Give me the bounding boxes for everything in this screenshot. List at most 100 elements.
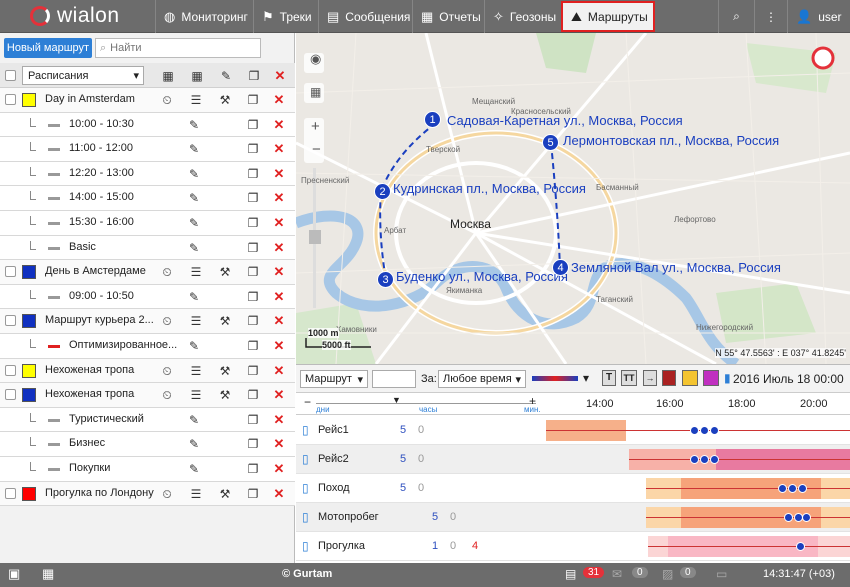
edit-icon[interactable]: ✎ <box>187 216 201 230</box>
schedule-row[interactable]: 10:00 - 10:30 ✎ ❐ ✕ <box>0 112 295 138</box>
delete-icon[interactable]: ✕ <box>272 216 286 230</box>
wrench-icon[interactable]: ⚒ <box>218 265 232 279</box>
bar-toggle-icon[interactable] <box>662 370 676 386</box>
map[interactable]: ◉ ▦ + − 1 Садовая-Каретная ул., Москва, … <box>296 33 850 364</box>
route-point-marker[interactable]: 3 <box>377 271 394 288</box>
route-color-swatch[interactable] <box>22 93 36 107</box>
text-size-icon[interactable]: TT <box>621 370 637 386</box>
copy-icon[interactable]: ❐ <box>246 142 260 156</box>
list-icon[interactable]: ☰ <box>189 265 203 279</box>
nav-monitoring[interactable]: ◍ Мониторинг <box>155 0 253 33</box>
wialon-logo[interactable]: wialon <box>30 4 120 28</box>
edit-icon[interactable]: ✎ <box>187 413 201 427</box>
schedule-name[interactable]: 10:00 - 10:30 <box>69 118 134 130</box>
timeline-row[interactable]: ▯ Рейс1 5 0 <box>296 416 850 445</box>
delete-icon[interactable]: ✕ <box>272 289 286 304</box>
copy-icon[interactable]: ❐ <box>246 462 260 476</box>
ride-name[interactable]: Рейс1 <box>318 424 349 436</box>
ride-name[interactable]: Рейс2 <box>318 453 349 465</box>
list-icon[interactable]: ☰ <box>189 364 203 378</box>
zoom-out-button[interactable]: − <box>312 141 321 158</box>
route-row[interactable]: Нехоженая тропа ⏲ ☰ ⚒ ❐ ✕ <box>0 383 295 408</box>
checkpoint-dot[interactable] <box>700 426 709 435</box>
wrench-icon[interactable]: ⚒ <box>218 388 232 402</box>
ride-name[interactable]: Прогулка <box>318 540 365 552</box>
route-point-marker[interactable]: 2 <box>374 183 391 200</box>
period-select[interactable]: Любое время ▾ <box>438 370 526 388</box>
route-row[interactable]: Нехоженая тропа ⏲ ☰ ⚒ ❐ ✕ <box>0 358 295 384</box>
select-all-checkbox[interactable] <box>5 70 16 81</box>
delete-icon[interactable]: ✕ <box>272 437 286 451</box>
schedule-name[interactable]: 11:00 - 12:00 <box>69 142 133 154</box>
copy-icon[interactable]: ❐ <box>246 93 260 107</box>
checkpoint-dot[interactable] <box>690 455 699 464</box>
wrench-icon[interactable]: ⚒ <box>218 314 232 328</box>
edit-icon[interactable]: ✎ <box>187 241 201 255</box>
delete-icon[interactable]: ✕ <box>272 240 286 255</box>
delete-icon[interactable]: ✕ <box>272 166 286 181</box>
timeline-row[interactable]: ▯ Рейс2 5 0 <box>296 445 850 474</box>
delete-icon[interactable]: ✕ <box>272 93 286 107</box>
mail-icon[interactable]: ✉ <box>612 567 622 581</box>
schedule-select[interactable]: Расписания ▾ <box>22 66 144 85</box>
minus-button[interactable]: − <box>304 395 311 409</box>
copy-icon[interactable]: ❐ <box>246 216 260 230</box>
route-point-marker[interactable]: 4 <box>552 259 569 276</box>
zoom-handle[interactable]: ▼ <box>392 395 401 405</box>
copy-icon[interactable]: ❐ <box>246 388 260 402</box>
route-color-swatch[interactable] <box>22 314 36 329</box>
delete-icon[interactable]: ✕ <box>272 486 286 501</box>
new-route-button[interactable]: Новый маршрут <box>4 38 92 58</box>
copy-icon[interactable]: ❐ <box>246 241 260 255</box>
route-type-select[interactable]: Маршрут ▾ <box>300 370 368 388</box>
schedule-name[interactable]: Оптимизированное... <box>69 339 177 351</box>
edit-icon[interactable]: ✎ <box>187 437 201 451</box>
delete-icon[interactable]: ✕ <box>272 314 286 328</box>
add-schedule-icon[interactable]: ⏲ <box>160 388 174 402</box>
route-row[interactable]: Day in Amsterdam ⏲ ☰ ⚒ ❐ ✕ <box>0 88 295 113</box>
route-name[interactable]: Прогулка по Лондону <box>45 487 154 499</box>
notifications-icon[interactable]: ▤ <box>565 567 576 581</box>
delete-icon[interactable]: ✕ <box>272 462 286 476</box>
nav-geofences[interactable]: ✧ Геозоны <box>484 0 561 33</box>
list-icon[interactable]: ☰ <box>189 314 203 328</box>
route-name[interactable]: Нехоженая тропа <box>45 364 134 376</box>
route-row[interactable]: Прогулка по Лондону ⏲ ☰ ⚒ ❐ ✕ <box>0 481 295 507</box>
add-schedule-icon[interactable]: ⏲ <box>160 364 174 378</box>
search-box[interactable]: ⌕ <box>95 38 261 58</box>
route-point-marker[interactable]: 1 <box>424 111 441 128</box>
checkpoint-dot[interactable] <box>710 455 719 464</box>
list-icon[interactable]: ☰ <box>189 93 203 107</box>
row-checkbox[interactable] <box>5 94 16 105</box>
checkpoint-dot[interactable] <box>802 513 811 522</box>
photo-icon[interactable]: ▨ <box>662 567 673 581</box>
checkpoint-dot[interactable] <box>710 426 719 435</box>
row-checkbox[interactable] <box>5 389 16 401</box>
nav-reports[interactable]: ▦ Отчеты <box>412 0 484 33</box>
add-schedule-icon[interactable]: ⏲ <box>160 265 174 279</box>
zoom-track[interactable] <box>316 403 536 404</box>
edit-icon[interactable]: ✎ <box>187 118 201 132</box>
route-point-marker[interactable]: 5 <box>542 134 559 151</box>
zoom-in-button[interactable]: + <box>311 118 320 135</box>
add-schedule-icon[interactable]: ⏲ <box>160 314 174 328</box>
schedule-row[interactable]: Оптимизированное... ✎ ❐ ✕ <box>0 334 295 359</box>
checkpoint-dot[interactable] <box>690 426 699 435</box>
copy-icon[interactable]: ❐ <box>246 437 260 451</box>
delete-icon[interactable]: ✕ <box>273 69 287 83</box>
chevron-down-icon[interactable]: ▾ <box>583 371 589 385</box>
copy-icon[interactable]: ❐ <box>246 487 260 501</box>
schedule-row[interactable]: 11:00 - 12:00 ✎ ❐ ✕ <box>0 137 295 162</box>
timeline-row[interactable]: ▯ Мотопробег 5 0 <box>296 503 850 532</box>
schedule-name[interactable]: Туристический <box>69 413 144 425</box>
checkpoint-dot[interactable] <box>796 542 805 551</box>
nav-messages[interactable]: ▤ Сообщения <box>318 0 412 33</box>
nav-routes[interactable]: ⛰ Маршруты <box>561 1 655 32</box>
add-schedule-icon[interactable]: ⏲ <box>160 487 174 501</box>
delete-icon[interactable]: ✕ <box>272 265 286 279</box>
copy-icon[interactable]: ❐ <box>246 191 260 205</box>
copy-icon[interactable]: ❐ <box>246 339 260 353</box>
delete-icon[interactable]: ✕ <box>272 117 286 132</box>
wrench-icon[interactable]: ✎ <box>219 69 233 83</box>
card-icon[interactable]: ▭ <box>716 567 727 581</box>
